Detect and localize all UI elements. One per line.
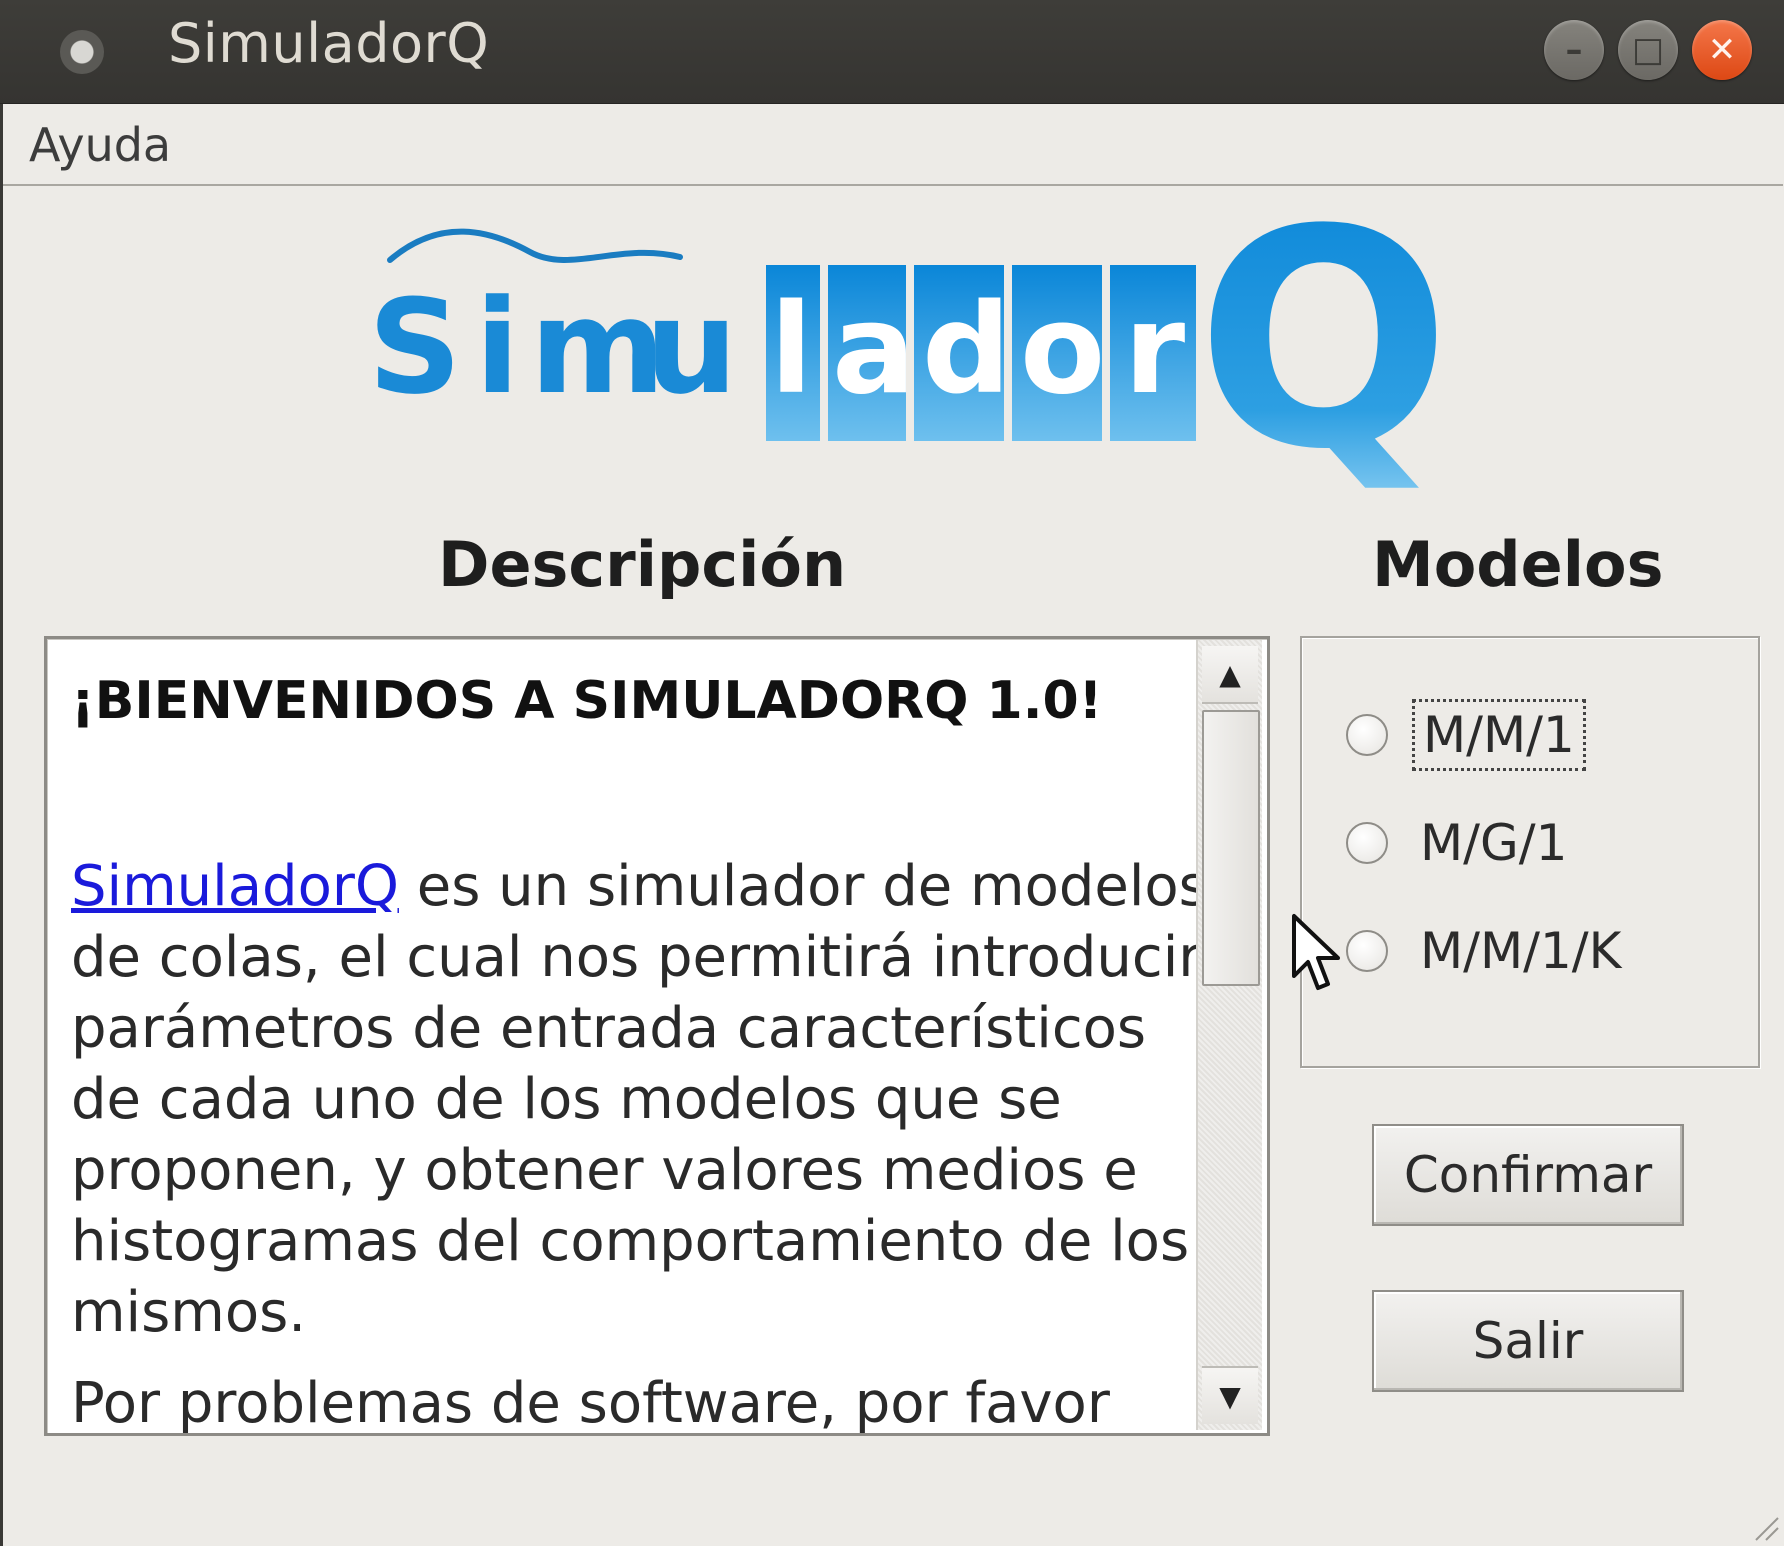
models-heading: Modelos — [1372, 528, 1664, 601]
radio-mg1[interactable] — [1346, 822, 1388, 864]
models-group: M/M/1 M/G/1 M/M/1/K — [1300, 636, 1760, 1068]
exit-button[interactable]: Salir — [1372, 1290, 1684, 1392]
window-title: SimuladorQ — [168, 12, 490, 75]
title-bar[interactable]: SimuladorQ – □ ✕ — [0, 0, 1784, 104]
mouse-cursor-icon — [1292, 914, 1340, 990]
simuladorq-logo: S i m u l a d o r Q — [368, 212, 1440, 512]
svg-text:a: a — [832, 278, 916, 422]
simuladorq-link[interactable]: SimuladorQ — [71, 854, 399, 919]
svg-text:d: d — [922, 278, 1011, 422]
description-paragraph: SimuladorQ es un simulador de modelos de… — [71, 851, 1221, 1348]
close-icon: ✕ — [1707, 30, 1737, 70]
model-option-mg1[interactable]: M/G/1 — [1346, 808, 1575, 878]
maximize-icon: □ — [1631, 30, 1665, 70]
svg-text:Q: Q — [1196, 212, 1440, 512]
svg-text:r: r — [1124, 278, 1185, 422]
app-icon — [60, 30, 104, 74]
model-option-mm1[interactable]: M/M/1 — [1346, 699, 1586, 771]
model-option-mm1k[interactable]: M/M/1/K — [1346, 916, 1629, 986]
logo-letter-i: i — [475, 271, 520, 423]
close-button[interactable]: ✕ — [1692, 20, 1752, 80]
description-next-line: Por problemas de software, por favor — [71, 1371, 1110, 1436]
description-heading: Descripción — [438, 528, 847, 601]
description-paragraph-text: es un simulador de modelos de colas, el … — [71, 854, 1208, 1345]
maximize-button[interactable]: □ — [1618, 20, 1678, 80]
welcome-title: ¡BIENVENIDOS A SIMULADORQ 1.0! — [71, 671, 1103, 731]
svg-text:l: l — [770, 278, 813, 422]
menu-bar: Ayuda — [3, 104, 1783, 186]
model-label-mg1[interactable]: M/G/1 — [1412, 810, 1575, 876]
svg-text:o: o — [1020, 278, 1105, 422]
app-window: SimuladorQ – □ ✕ Ayuda S i m u l a d o r… — [0, 0, 1784, 1546]
scroll-thumb[interactable] — [1202, 710, 1260, 986]
radio-mm1[interactable] — [1346, 714, 1388, 756]
model-label-mm1k[interactable]: M/M/1/K — [1412, 918, 1629, 984]
scroll-up-icon[interactable]: ▲ — [1202, 646, 1258, 704]
minimize-button[interactable]: – — [1544, 20, 1604, 80]
radio-mm1k[interactable] — [1346, 930, 1388, 972]
minimize-icon: – — [1565, 30, 1583, 70]
description-scrollbar[interactable]: ▲ ▼ — [1196, 640, 1262, 1430]
description-content: ¡BIENVENIDOS A SIMULADORQ 1.0! Simulador… — [71, 671, 1221, 1436]
scroll-down-icon[interactable]: ▼ — [1202, 1366, 1258, 1424]
logo-letter-u: u — [645, 271, 738, 423]
resize-grip-icon[interactable] — [1752, 1514, 1780, 1542]
logo-letter-s: S — [368, 271, 462, 423]
window-border — [0, 104, 3, 1546]
model-label-mm1[interactable]: M/M/1 — [1412, 699, 1586, 771]
confirm-button[interactable]: Confirmar — [1372, 1124, 1684, 1226]
description-textarea[interactable]: ¡BIENVENIDOS A SIMULADORQ 1.0! Simulador… — [44, 636, 1270, 1436]
menu-item-ayuda[interactable]: Ayuda — [29, 118, 171, 172]
